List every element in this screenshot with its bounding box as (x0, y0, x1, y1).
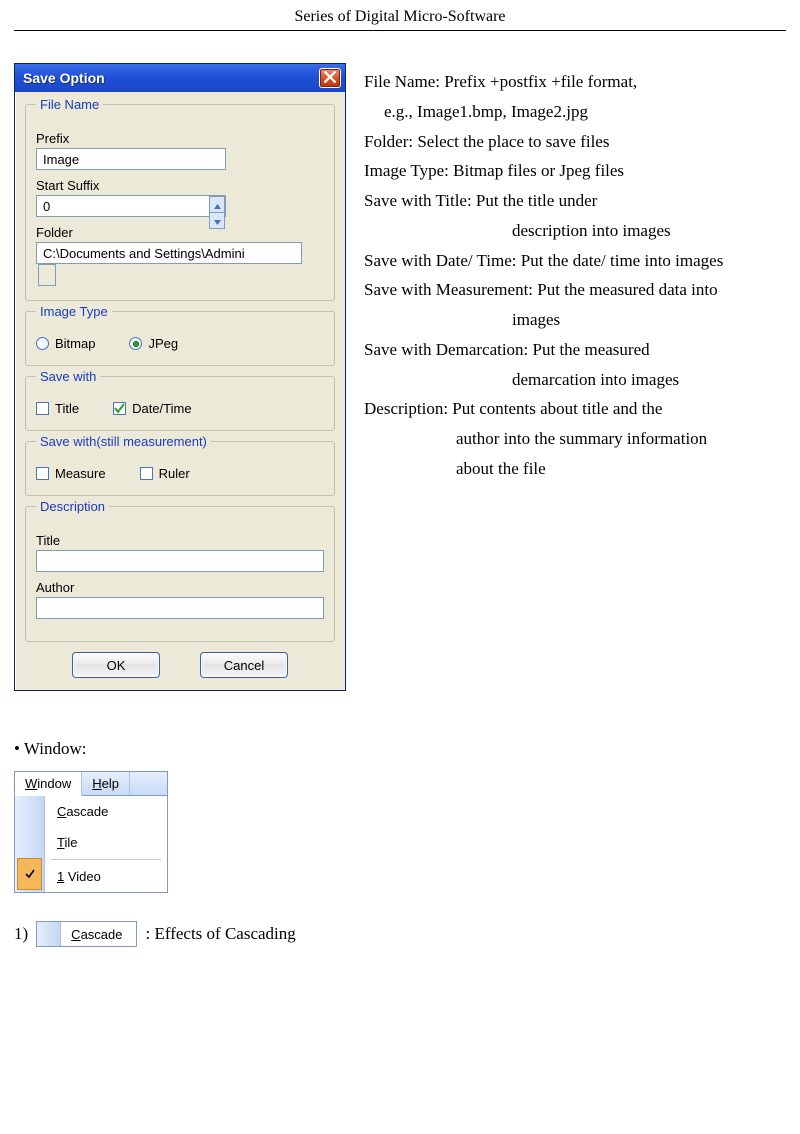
input-start-suffix[interactable] (36, 195, 226, 217)
checkbox-ruler[interactable]: Ruler (140, 466, 190, 481)
legend-description: Description (36, 499, 109, 514)
explain-line: Save with Date/ Time: Put the date/ time… (364, 246, 723, 276)
doc-header: Series of Digital Micro-Software (14, 8, 786, 31)
explain-line: author into the summary information (364, 424, 723, 454)
radio-icon (36, 337, 49, 350)
checkbox-icon (36, 467, 49, 480)
explanation-block: File Name: Prefix +postfix +file format,… (364, 63, 723, 484)
checkbox-ruler-label: Ruler (159, 466, 190, 481)
menu-window[interactable]: Window (15, 772, 82, 796)
suffix-spin-up[interactable] (209, 196, 225, 213)
menu-item-video-word: Video (64, 869, 101, 884)
legend-file-name: File Name (36, 97, 103, 112)
group-description: Description Title Author (25, 506, 335, 642)
checkbox-measure-label: Measure (55, 466, 106, 481)
checkbox-title[interactable]: Title (36, 401, 79, 416)
menu-item-video[interactable]: 1 Video (45, 861, 167, 892)
explain-line: Save with Demarcation: Put the measured (364, 335, 723, 365)
explain-line: File Name: Prefix +postfix +file format, (364, 67, 723, 97)
explain-line: Description: Put contents about title an… (364, 394, 723, 424)
checkbox-icon (113, 402, 126, 415)
explain-line: about the file (364, 454, 723, 484)
explain-line: e.g., Image1.bmp, Image2.jpg (364, 97, 723, 127)
input-desc-title[interactable] (36, 550, 324, 572)
menu-item-cascade[interactable]: Cascade (45, 796, 167, 827)
label-folder: Folder (36, 225, 324, 240)
footer-text: : Effects of Cascading (145, 924, 295, 944)
menu-separator (51, 859, 161, 860)
checkbox-datetime-label: Date/Time (132, 401, 191, 416)
legend-save-with: Save with (36, 369, 100, 384)
save-option-dialog: Save Option File Name Prefix Start Suffi… (14, 63, 346, 691)
close-button[interactable] (319, 68, 341, 88)
checkbox-measure[interactable]: Measure (36, 466, 106, 481)
dialog-titlebar[interactable]: Save Option (15, 64, 345, 92)
label-prefix: Prefix (36, 131, 324, 146)
suffix-spin-down[interactable] (209, 213, 225, 229)
checkbox-icon (36, 402, 49, 415)
menu-help[interactable]: Help (82, 772, 130, 795)
menu-item-tile[interactable]: Tile (45, 827, 167, 858)
footer-number: 1) (14, 924, 28, 944)
chevron-up-icon (214, 197, 221, 212)
explain-line: Folder: Select the place to save files (364, 127, 723, 157)
checkbox-icon (140, 467, 153, 480)
cascade-chip[interactable]: Cascade (36, 921, 137, 947)
ok-button[interactable]: OK (72, 652, 160, 678)
window-menu-screenshot: Window Help Cascade Tile 1 Video (14, 771, 168, 893)
cascade-chip-label: Cascade (61, 923, 136, 946)
legend-image-type: Image Type (36, 304, 112, 319)
group-file-name: File Name Prefix Start Suffix (25, 104, 335, 301)
dialog-title: Save Option (23, 70, 105, 86)
cancel-button-label: Cancel (224, 658, 264, 673)
check-icon (17, 858, 42, 890)
input-desc-author[interactable] (36, 597, 324, 619)
label-desc-author: Author (36, 580, 324, 595)
input-prefix[interactable] (36, 148, 226, 170)
checkbox-datetime[interactable]: Date/Time (113, 401, 191, 416)
cancel-button[interactable]: Cancel (200, 652, 288, 678)
chevron-down-icon (214, 213, 221, 228)
chip-gutter-icon (37, 922, 61, 946)
radio-bitmap[interactable]: Bitmap (36, 336, 95, 351)
explain-line: Save with Measurement: Put the measured … (364, 275, 723, 305)
group-save-with: Save with Title Date/Time (25, 376, 335, 431)
radio-jpeg[interactable]: JPeg (129, 336, 178, 351)
explain-line: demarcation into images (364, 365, 723, 395)
explain-line: Image Type: Bitmap files or Jpeg files (364, 156, 723, 186)
group-save-with-still: Save with(still measurement) Measure Rul… (25, 441, 335, 496)
group-image-type: Image Type Bitmap JPeg (25, 311, 335, 366)
browse-folder-button[interactable] (38, 264, 56, 286)
label-desc-title: Title (36, 533, 324, 548)
ok-button-label: OK (107, 658, 126, 673)
close-icon (324, 70, 336, 86)
explain-line: Save with Title: Put the title under (364, 186, 723, 216)
explain-line: description into images (364, 216, 723, 246)
checkbox-title-label: Title (55, 401, 79, 416)
legend-save-with-still: Save with(still measurement) (36, 434, 211, 449)
radio-jpeg-label: JPeg (148, 336, 178, 351)
bullet-window: • Window: (14, 739, 786, 759)
radio-icon (129, 337, 142, 350)
radio-bitmap-label: Bitmap (55, 336, 95, 351)
explain-line: images (364, 305, 723, 335)
label-start-suffix: Start Suffix (36, 178, 324, 193)
input-folder[interactable] (36, 242, 302, 264)
